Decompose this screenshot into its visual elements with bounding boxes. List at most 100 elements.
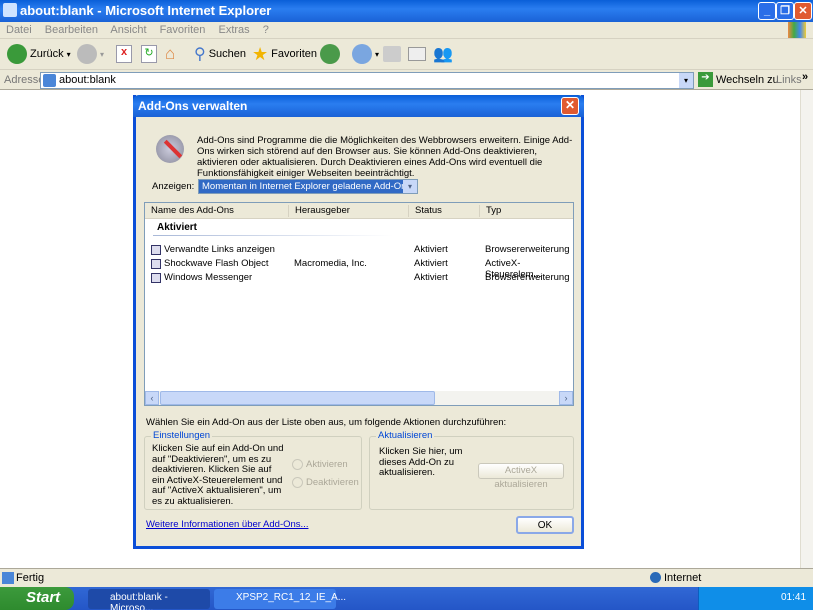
search-label: Suchen	[208, 48, 247, 60]
globe-icon	[650, 572, 661, 583]
scroll-right-button[interactable]: ›	[559, 391, 573, 405]
refresh-icon: ↻	[141, 45, 157, 63]
star-icon: ★	[252, 43, 269, 64]
settings-legend: Einstellungen	[151, 430, 213, 442]
menu-bearbeiten[interactable]: Bearbeiten	[45, 24, 98, 36]
stop-button[interactable]: x	[116, 44, 132, 64]
activex-update-button[interactable]: ActiveX aktualisieren	[478, 463, 564, 490]
scroll-thumb[interactable]	[160, 391, 435, 405]
address-label: Adresse	[4, 74, 45, 86]
menu-extras[interactable]: Extras	[218, 24, 249, 36]
column-type[interactable]: Typ	[479, 205, 501, 217]
go-label: Wechseln zu	[716, 73, 779, 86]
task-ie-label: about:blank - Microso...	[110, 592, 168, 614]
system-tray: 01:41	[698, 587, 813, 610]
maximize-button[interactable]: ❐	[776, 2, 794, 20]
add-ons-list[interactable]: Name des Add-Ons Herausgeber Status Typ …	[144, 202, 574, 406]
enable-radio[interactable]: Aktivieren	[292, 459, 348, 471]
add-on-status: Aktiviert	[414, 272, 448, 283]
address-dropdown-button[interactable]: ▾	[679, 73, 693, 88]
show-label: Anzeigen:	[152, 181, 195, 192]
back-arrow-icon	[7, 44, 27, 64]
home-button[interactable]: ⌂	[165, 44, 175, 64]
go-button[interactable]: ➔ Wechseln zu	[698, 72, 779, 87]
update-text: Klicken Sie hier, um dieses Add-On zu ak…	[379, 446, 463, 478]
chevron-down-icon: ▾	[403, 180, 417, 193]
dialog-title-bar: Add-Ons verwalten ✕	[133, 95, 584, 117]
ok-button[interactable]: OK	[516, 516, 574, 534]
search-button[interactable]: ⚲ Suchen	[194, 44, 246, 64]
address-value: about:blank	[59, 74, 116, 86]
task-xpsp2[interactable]: XPSP2_RC1_12_IE_A...	[214, 589, 346, 609]
dialog-close-button[interactable]: ✕	[561, 97, 579, 115]
page-icon	[43, 74, 56, 87]
task-xpsp2-label: XPSP2_RC1_12_IE_A...	[236, 592, 347, 603]
scroll-left-button[interactable]: ‹	[145, 391, 159, 405]
column-publisher[interactable]: Herausgeber	[288, 205, 350, 217]
table-row[interactable]: Verwandte Links anzeigen Aktiviert Brows…	[145, 243, 573, 257]
vertical-scrollbar[interactable]	[800, 90, 813, 568]
window-title: about:blank - Microsoft Internet Explore…	[20, 3, 272, 18]
list-header: Name des Add-Ons Herausgeber Status Typ	[145, 203, 573, 219]
menu-help[interactable]: ?	[263, 24, 269, 36]
horizontal-scrollbar[interactable]: ‹ ›	[145, 391, 573, 405]
update-legend: Aktualisieren	[376, 430, 435, 442]
enable-label: Aktivieren	[306, 459, 348, 471]
radio-icon	[292, 477, 303, 488]
printer-icon	[383, 46, 401, 62]
add-on-status: Aktiviert	[414, 244, 448, 255]
forward-arrow-icon	[77, 44, 97, 64]
stop-icon: x	[116, 45, 132, 63]
forward-button[interactable]: ▾	[77, 44, 104, 64]
links-button[interactable]: Links	[776, 74, 802, 86]
disable-radio[interactable]: Deaktivieren	[292, 477, 359, 489]
messenger-button[interactable]: 👥	[433, 44, 453, 64]
edit-icon	[408, 47, 426, 61]
menu-datei[interactable]: Datei	[6, 24, 32, 36]
page-status-icon	[2, 572, 14, 584]
back-label: Zurück	[30, 48, 64, 60]
mail-icon	[352, 44, 372, 64]
favorites-label: Favoriten	[271, 48, 317, 60]
menu-ansicht[interactable]: Ansicht	[110, 24, 146, 36]
dialog-description: Add-Ons sind Programme die die Möglichke…	[197, 135, 573, 179]
table-row[interactable]: Windows Messenger Aktiviert Browsererwei…	[145, 271, 573, 285]
ie-icon	[3, 3, 17, 17]
add-on-name: Verwandte Links anzeigen	[164, 244, 275, 255]
print-button[interactable]	[383, 44, 401, 64]
history-icon	[320, 44, 340, 64]
task-ie[interactable]: about:blank - Microso...	[88, 589, 210, 614]
menu-favoriten[interactable]: Favoriten	[160, 24, 206, 36]
toolbar: Zurück ▾ ▾ x ↻ ⌂ ⚲ Suchen ★ Favoriten ▾ 👥	[0, 39, 813, 70]
menu-bar: Datei Bearbeiten Ansicht Favoriten Extra…	[0, 22, 813, 39]
add-on-icon	[151, 259, 161, 269]
address-input[interactable]: about:blank ▾	[40, 72, 694, 89]
edit-button[interactable]	[408, 44, 426, 64]
column-name[interactable]: Name des Add-Ons	[145, 205, 234, 217]
column-status[interactable]: Status	[408, 205, 442, 217]
chevron-icon[interactable]: »	[802, 71, 808, 83]
add-on-name: Windows Messenger	[164, 272, 253, 283]
instruction-text: Wählen Sie ein Add-On aus der Liste oben…	[146, 417, 507, 428]
add-on-status: Aktiviert	[414, 258, 448, 269]
favorites-button[interactable]: ★ Favoriten	[252, 44, 317, 64]
settings-text: Klicken Sie auf ein Add-On und auf "Deak…	[152, 443, 284, 507]
status-text: Fertig	[16, 572, 45, 584]
status-bar: Fertig Internet	[0, 568, 813, 587]
show-select-value: Momentan in Internet Explorer geladene A…	[202, 181, 412, 192]
messenger-icon: 👥	[433, 46, 453, 63]
show-select[interactable]: Momentan in Internet Explorer geladene A…	[198, 179, 418, 194]
close-button[interactable]: ✕	[794, 2, 812, 20]
history-button[interactable]	[320, 44, 340, 64]
start-button[interactable]: Start	[0, 587, 74, 610]
go-arrow-icon: ➔	[698, 72, 713, 87]
mail-button[interactable]: ▾	[352, 44, 379, 64]
back-button[interactable]: Zurück ▾	[7, 44, 71, 64]
table-row[interactable]: Shockwave Flash Object Macromedia, Inc. …	[145, 257, 573, 280]
home-icon: ⌂	[165, 44, 176, 63]
more-info-link[interactable]: Weitere Informationen über Add-Ons...	[146, 519, 308, 530]
add-on-icon	[151, 273, 161, 283]
minimize-button[interactable]: _	[758, 2, 776, 20]
zone-text: Internet	[664, 572, 702, 584]
refresh-button[interactable]: ↻	[141, 44, 157, 64]
